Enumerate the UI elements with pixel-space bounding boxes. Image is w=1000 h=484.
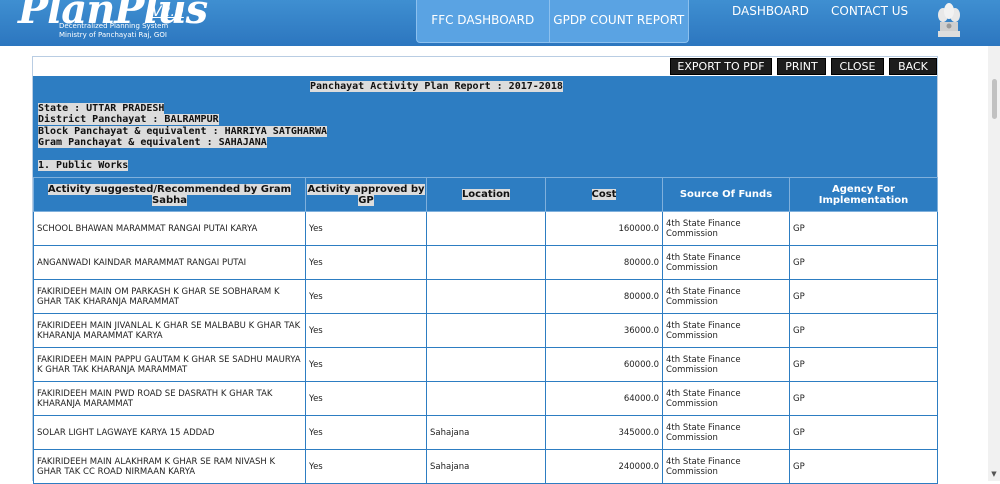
- cell-source: 4th State Finance Commission: [662, 245, 790, 280]
- section-heading: 1. Public Works: [38, 160, 129, 171]
- cell-location: [426, 313, 546, 348]
- cell-activity: FAKIRIDEEH MAIN OM PARKASH K GHAR SE SOB…: [33, 279, 306, 314]
- cell-activity: FAKIRIDEEH MAIN PWD ROAD SE DASRATH K GH…: [33, 381, 306, 416]
- cell-cost: 80000.0: [545, 245, 663, 280]
- cell-cost: 240000.0: [545, 449, 663, 484]
- logo-subtitle-system: Decentralized Planning System: [59, 22, 169, 30]
- col-header-activity: Activity suggested/Recommended by Gram S…: [33, 177, 306, 212]
- close-button[interactable]: CLOSE: [831, 58, 884, 75]
- cell-agency: GP: [789, 381, 938, 416]
- cell-location: Sahajana: [426, 449, 546, 484]
- cell-cost: 64000.0: [545, 381, 663, 416]
- cell-location: Sahajana: [426, 415, 546, 450]
- cell-location: [426, 381, 546, 416]
- nav-tab-group: FFC DASHBOARD GPDP COUNT REPORT: [416, 0, 689, 43]
- cell-source: 4th State Finance Commission: [662, 449, 790, 484]
- cell-cost: 345000.0: [545, 415, 663, 450]
- cell-approved: Yes: [305, 211, 427, 246]
- cell-approved: Yes: [305, 279, 427, 314]
- cell-source: 4th State Finance Commission: [662, 381, 790, 416]
- cell-source: 4th State Finance Commission: [662, 347, 790, 382]
- cell-activity: FAKIRIDEEH MAIN JIVANLAL K GHAR SE MALBA…: [33, 313, 306, 348]
- logo-subtitle-ministry: Ministry of Panchayati Raj, GOI: [59, 31, 167, 39]
- scroll-down-arrow-icon[interactable]: ▼: [989, 470, 999, 480]
- cell-activity: SCHOOL BHAWAN MARAMMAT RANGAI PUTAI KARY…: [33, 211, 306, 246]
- cell-agency: GP: [789, 211, 938, 246]
- cell-location: [426, 347, 546, 382]
- cell-source: 4th State Finance Commission: [662, 313, 790, 348]
- cell-cost: 60000.0: [545, 347, 663, 382]
- col-header-source: Source Of Funds: [662, 177, 790, 212]
- logo-version: V2.0: [152, 4, 184, 20]
- cell-activity: FAKIRIDEEH MAIN PAPPU GAUTAM K GHAR SE S…: [33, 347, 306, 382]
- cell-activity: FAKIRIDEEH MAIN ALAKHRAM K GHAR SE RAM N…: [33, 449, 306, 484]
- table-row: ANGANWADI KAINDAR MARAMMAT RANGAI PUTAI …: [33, 245, 938, 280]
- block-label: Block Panchayat & equivalent : HARRIYA S…: [38, 126, 327, 137]
- cell-agency: GP: [789, 347, 938, 382]
- table-row: FAKIRIDEEH MAIN OM PARKASH K GHAR SE SOB…: [33, 279, 938, 314]
- cell-location: [426, 279, 546, 314]
- table-row: FAKIRIDEEH MAIN ALAKHRAM K GHAR SE RAM N…: [33, 449, 938, 484]
- cell-approved: Yes: [305, 415, 427, 450]
- national-emblem-icon: [938, 3, 960, 37]
- tab-ffc-dashboard[interactable]: FFC DASHBOARD: [417, 0, 550, 42]
- cell-approved: Yes: [305, 313, 427, 348]
- report-title: Panchayat Activity Plan Report : 2017-20…: [310, 81, 563, 92]
- cell-location: [426, 211, 546, 246]
- col-header-approved: Activity approved by GP: [305, 177, 427, 212]
- activity-plan-table: Activity suggested/Recommended by Gram S…: [33, 177, 938, 484]
- cell-cost: 80000.0: [545, 279, 663, 314]
- cell-activity: SOLAR LIGHT LAGWAYE KARYA 15 ADDAD: [33, 415, 306, 450]
- cell-approved: Yes: [305, 245, 427, 280]
- nav-link-contact-us[interactable]: CONTACT US: [831, 4, 908, 18]
- cell-source: 4th State Finance Commission: [662, 279, 790, 314]
- cell-location: [426, 245, 546, 280]
- col-header-location: Location: [426, 177, 546, 212]
- table-row: FAKIRIDEEH MAIN PAPPU GAUTAM K GHAR SE S…: [33, 347, 938, 382]
- cell-cost: 36000.0: [545, 313, 663, 348]
- cell-agency: GP: [789, 245, 938, 280]
- cell-agency: GP: [789, 449, 938, 484]
- gram-panchayat-label: Gram Panchayat & equivalent : SAHAJANA: [38, 137, 267, 148]
- back-button[interactable]: BACK: [889, 58, 937, 75]
- print-button[interactable]: PRINT: [777, 58, 826, 75]
- export-pdf-button[interactable]: EXPORT TO PDF: [670, 58, 772, 75]
- cell-activity: ANGANWADI KAINDAR MARAMMAT RANGAI PUTAI: [33, 245, 306, 280]
- table-header-row: Activity suggested/Recommended by Gram S…: [33, 177, 938, 212]
- cell-cost: 160000.0: [545, 211, 663, 246]
- cell-source: 4th State Finance Commission: [662, 415, 790, 450]
- tab-gpdp-count-report[interactable]: GPDP COUNT REPORT: [550, 0, 688, 42]
- cell-approved: Yes: [305, 449, 427, 484]
- cell-source: 4th State Finance Commission: [662, 211, 790, 246]
- table-row: SCHOOL BHAWAN MARAMMAT RANGAI PUTAI KARY…: [33, 211, 938, 246]
- cell-agency: GP: [789, 279, 938, 314]
- col-header-cost: Cost: [545, 177, 663, 212]
- table-row: FAKIRIDEEH MAIN PWD ROAD SE DASRATH K GH…: [33, 381, 938, 416]
- table-row: SOLAR LIGHT LAGWAYE KARYA 15 ADDAD Yes S…: [33, 415, 938, 450]
- table-row: FAKIRIDEEH MAIN JIVANLAL K GHAR SE MALBA…: [33, 313, 938, 348]
- cell-approved: Yes: [305, 347, 427, 382]
- report-toolbar: EXPORT TO PDF PRINT CLOSE BACK: [670, 58, 937, 75]
- cell-approved: Yes: [305, 381, 427, 416]
- cell-agency: GP: [789, 313, 938, 348]
- cell-agency: GP: [789, 415, 938, 450]
- nav-link-dashboard[interactable]: DASHBOARD: [732, 4, 809, 18]
- state-label: State : UTTAR PRADESH: [38, 103, 165, 114]
- col-header-agency: Agency For Implementation: [789, 177, 938, 212]
- district-label: District Panchayat : BALRAMPUR: [38, 114, 219, 125]
- scrollbar-thumb[interactable]: [992, 79, 997, 119]
